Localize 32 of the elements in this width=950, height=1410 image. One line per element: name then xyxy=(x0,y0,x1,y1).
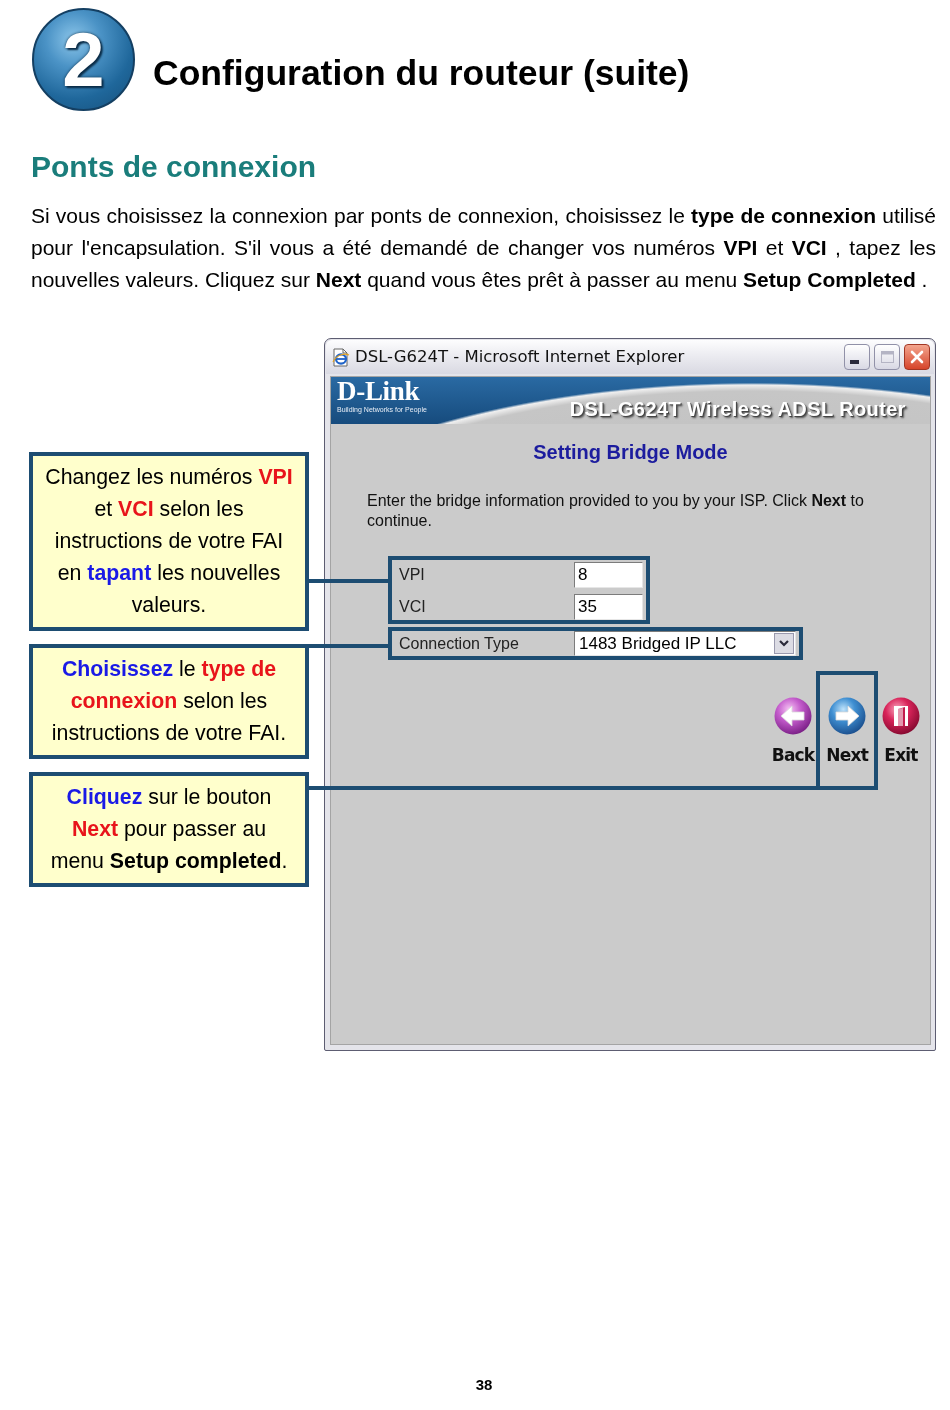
close-button[interactable] xyxy=(904,344,930,370)
caret-icon xyxy=(774,633,794,654)
field-label: VCI xyxy=(399,597,426,617)
page-title: Configuration du routeur (suite) xyxy=(153,53,690,93)
arrow-left-icon xyxy=(774,697,813,735)
field-label: Connection Type xyxy=(399,633,519,654)
maximize-icon xyxy=(880,351,894,363)
callout-text: Changez les numéros VPI et VCI selon les instructions de votre FAI en tapant les nouvelles valeurs. xyxy=(44,464,294,619)
callout-text: Cliquez sur le bouton Next pour passer au menu Setup completed. xyxy=(49,784,289,875)
page-number: 38 xyxy=(475,1376,493,1393)
door-icon xyxy=(882,697,920,735)
next-button[interactable]: Next xyxy=(826,697,868,765)
form-title: Setting Bridge Mode xyxy=(533,440,728,464)
field-label: VPI xyxy=(399,565,425,585)
section-heading: Ponts de connexion xyxy=(31,149,317,185)
minimize-icon xyxy=(849,360,859,364)
back-button[interactable]: Back xyxy=(771,697,815,765)
dropdown-field[interactable]: 1483 Bridged IP LLC xyxy=(574,631,796,656)
close-icon xyxy=(910,350,924,364)
browser-icon xyxy=(332,347,350,367)
arrow-right-icon xyxy=(828,697,867,735)
body-paragraph: Si vous choisissez la connexion par ponts de connexion, choisissez le type de connexion utilisé pour l'encapsulation. S'il vous a été demandé de changer vos numéros VPI et VCI , tapez les nouvelles valeurs. Cliquez sur Next quand vous êtes prêt à passer au menu Setup Completed . xyxy=(31,203,936,293)
step-badge: 2 xyxy=(32,8,135,111)
exit-button[interactable]: Exit xyxy=(882,697,920,765)
minimize-button[interactable] xyxy=(844,344,870,370)
input-field[interactable]: 8 xyxy=(574,562,643,588)
callout-text: Choisissez le type de connexion selon les instructions de votre FAI. xyxy=(50,656,288,747)
input-field[interactable]: 35 xyxy=(574,594,643,620)
brand-logo: D-Link xyxy=(337,378,420,405)
instructions-text: Enter the bridge information provided to you by your ISP. Click Next to continue. xyxy=(367,491,865,531)
window-title: DSL-G624T - Microsoft Internet Explorer xyxy=(355,347,685,367)
product-title: DSL-G624T Wireless ADSL Router xyxy=(569,398,906,421)
